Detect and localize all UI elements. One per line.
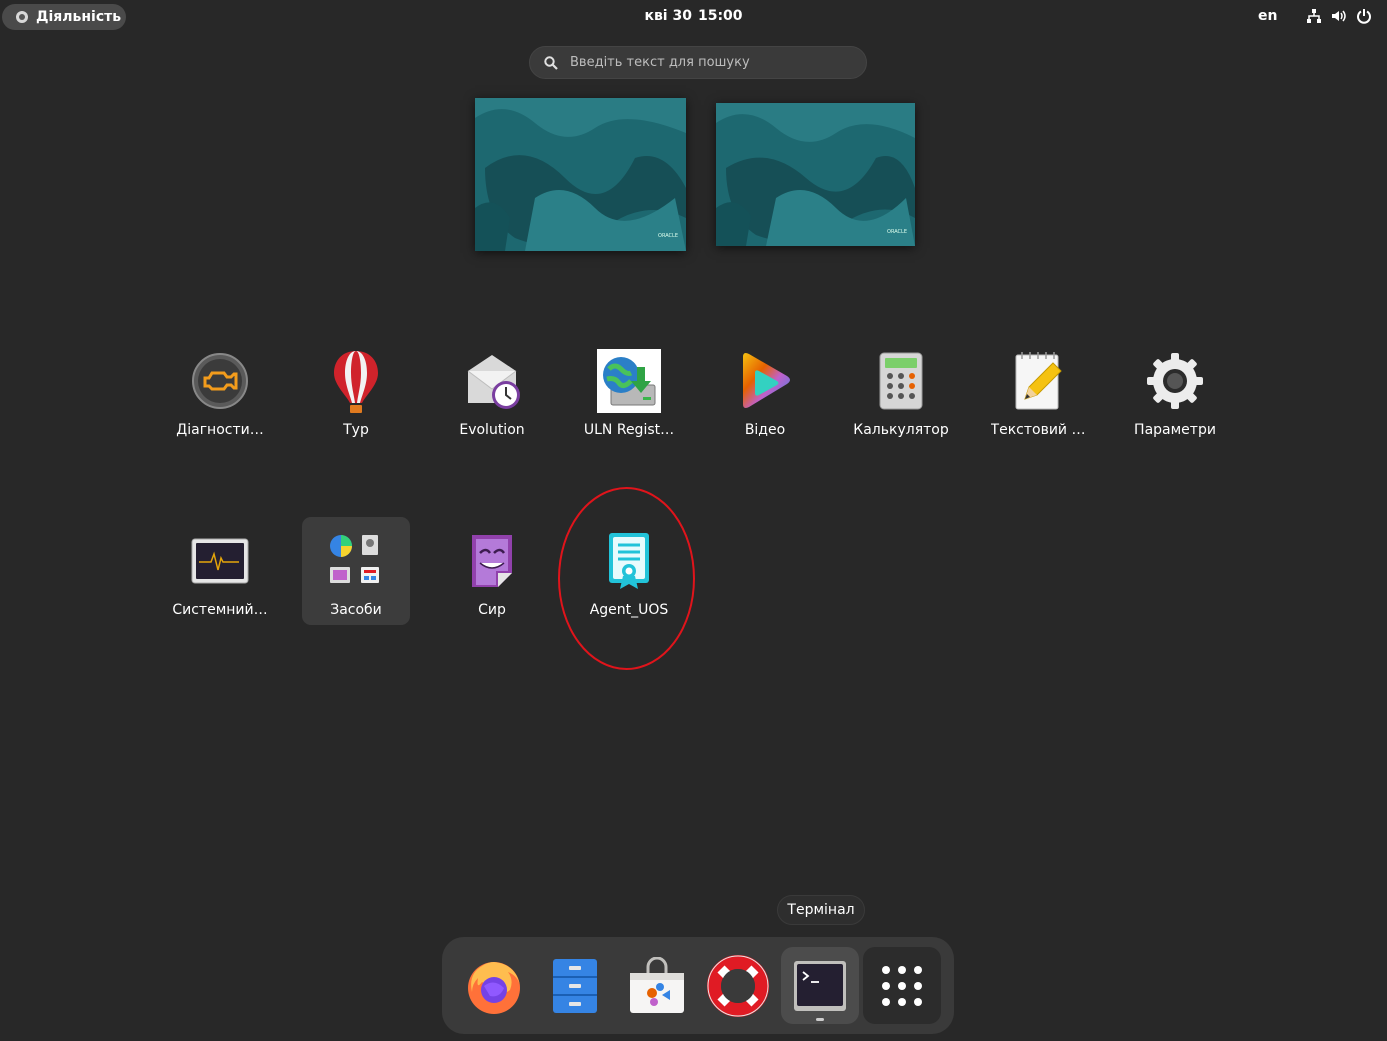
wallpaper-image — [475, 98, 686, 251]
app-label: Текстовий … — [990, 422, 1086, 438]
app-evolution[interactable]: Evolution — [438, 337, 546, 445]
tour-balloon-icon — [324, 349, 388, 413]
app-label: Засоби — [330, 602, 382, 618]
app-label: ULN Regist… — [583, 422, 675, 438]
clock-time: 15:00 — [697, 8, 743, 24]
utilities-folder-icon — [324, 529, 388, 593]
app-label: Сир — [478, 602, 506, 618]
app-text-editor[interactable]: Текстовий … — [984, 337, 1092, 445]
dock-terminal[interactable] — [781, 947, 859, 1024]
search-bar[interactable] — [529, 46, 867, 79]
app-label: Відео — [744, 422, 786, 438]
app-cheese[interactable]: Сир — [438, 517, 546, 625]
wallpaper-image — [716, 103, 915, 246]
diagnostics-icon — [188, 349, 252, 413]
dock-firefox[interactable] — [455, 947, 533, 1024]
search-input[interactable] — [570, 55, 840, 70]
red-highlight-circle — [558, 487, 695, 670]
network-icon — [1307, 9, 1321, 23]
show-apps-button[interactable] — [863, 947, 941, 1024]
app-label: Параметри — [1134, 422, 1216, 438]
volume-icon — [1332, 10, 1346, 22]
calculator-icon — [869, 349, 933, 413]
app-label: Системний… — [172, 602, 268, 618]
dock — [442, 937, 954, 1034]
app-settings[interactable]: Параметри — [1121, 337, 1229, 445]
settings-gear-icon — [1143, 349, 1207, 413]
terminal-icon — [794, 960, 846, 1011]
file-cabinet-icon — [553, 958, 597, 1013]
dock-tooltip: Термінал — [777, 895, 865, 925]
dock-help[interactable] — [699, 947, 777, 1024]
dock-files[interactable] — [536, 947, 614, 1024]
firefox-icon — [468, 961, 520, 1014]
app-uln-registration[interactable]: ULN Regist… — [575, 337, 683, 445]
clock-date: кві 30 — [644, 8, 692, 24]
evolution-mail-icon — [460, 349, 524, 413]
software-store-icon — [630, 956, 684, 1013]
dock-software[interactable] — [618, 947, 696, 1024]
app-label: Тур — [343, 422, 369, 438]
text-editor-icon — [1006, 349, 1070, 413]
keyboard-layout-indicator[interactable]: en — [1258, 8, 1277, 24]
wallpaper-logo: ORACLE — [658, 233, 678, 239]
running-indicator — [816, 1018, 824, 1021]
clock[interactable]: кві 30 15:00 — [0, 8, 1387, 24]
app-video[interactable]: Відео — [711, 337, 819, 445]
app-tour[interactable]: Тур — [302, 337, 410, 445]
uln-registration-icon — [597, 349, 661, 413]
search-icon — [544, 55, 558, 70]
app-system-monitor[interactable]: Системний… — [166, 517, 274, 625]
app-label: Калькулятор — [853, 422, 949, 438]
workspace-thumbnail-1[interactable]: ORACLE — [475, 98, 686, 251]
video-player-icon — [733, 349, 797, 413]
power-icon — [1357, 9, 1371, 24]
workspace-thumbnail-2[interactable]: ORACLE — [716, 103, 915, 246]
cheese-icon — [460, 529, 524, 593]
system-menu[interactable] — [1306, 8, 1372, 24]
app-folder-utilities[interactable]: Засоби — [302, 517, 410, 625]
top-bar: Діяльність кві 30 15:00 en — [0, 0, 1387, 33]
wallpaper-logo: ORACLE — [887, 229, 907, 235]
app-label: Діагности… — [176, 422, 264, 438]
app-calculator[interactable]: Калькулятор — [847, 337, 955, 445]
system-monitor-icon — [188, 529, 252, 593]
app-label: Evolution — [459, 422, 525, 438]
lifebuoy-icon — [707, 954, 769, 1017]
app-grid-icon — [882, 965, 922, 1006]
app-diagnostics[interactable]: Діагности… — [166, 337, 274, 445]
